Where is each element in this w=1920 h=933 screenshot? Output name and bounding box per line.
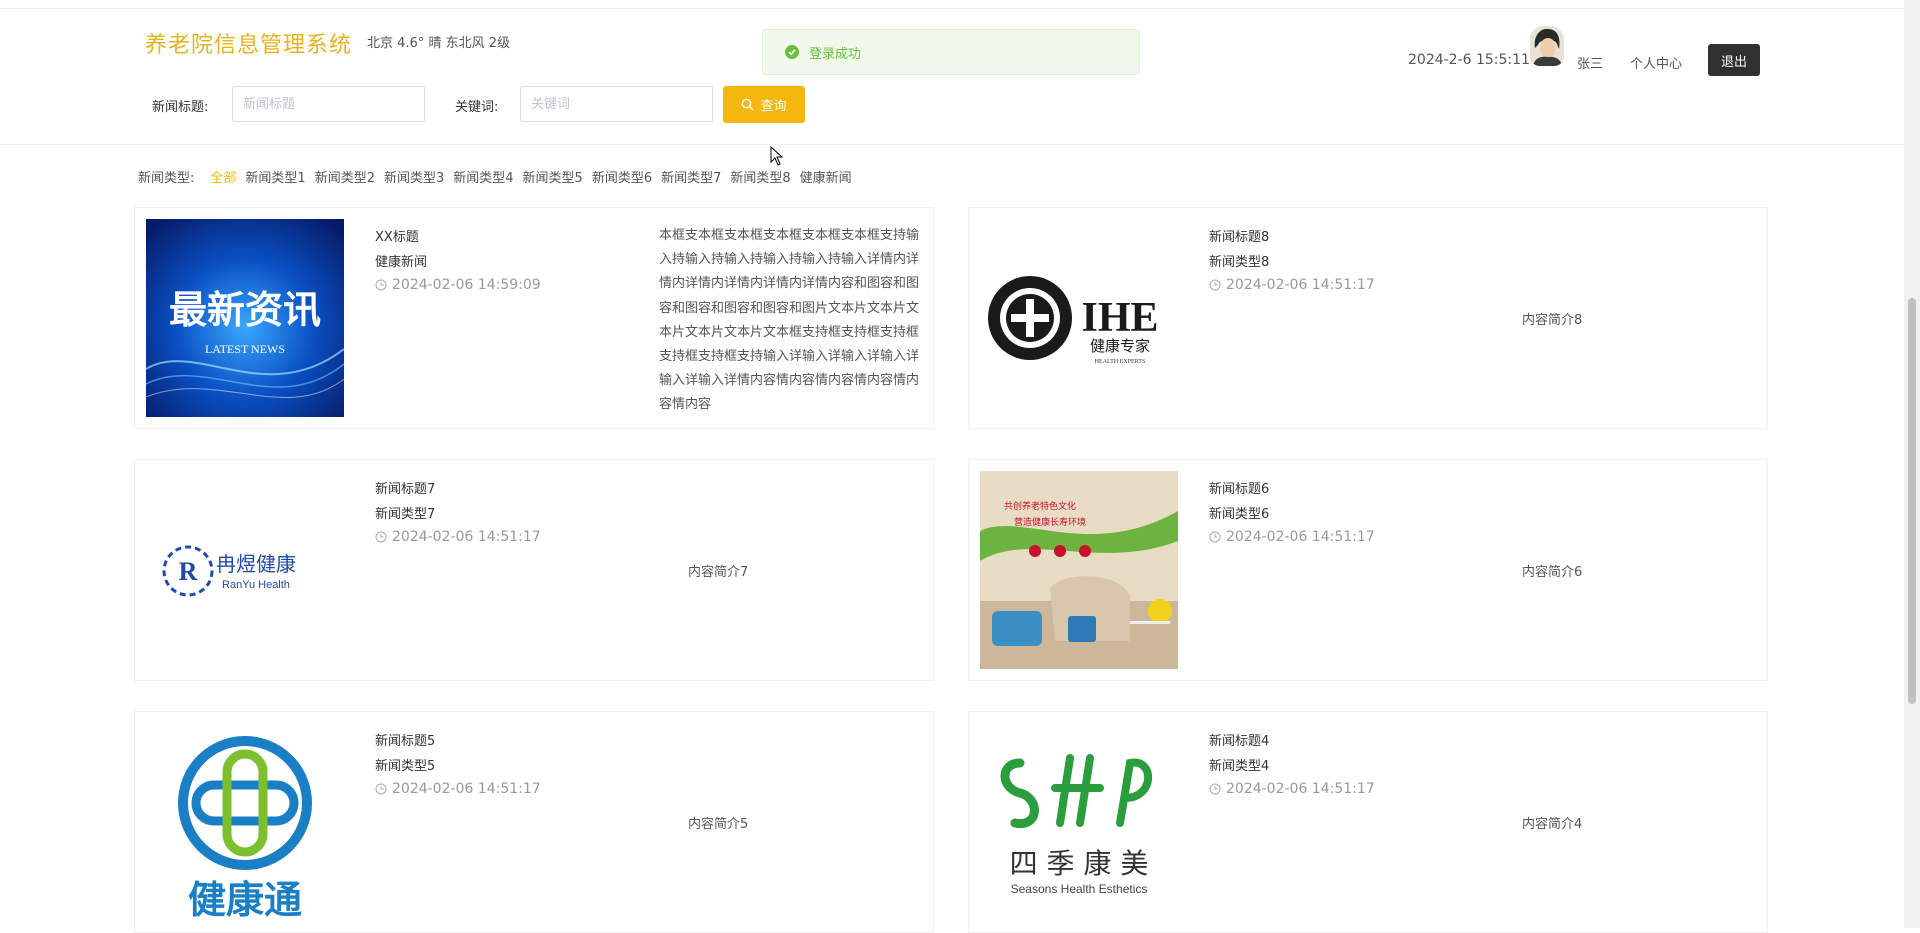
news-type: 健康新闻 xyxy=(375,255,428,270)
news-time-text: 2024-02-06 14:51:17 xyxy=(1226,277,1375,293)
weather-info: 北京 4.6° 晴 东北风 2级 xyxy=(367,36,510,51)
news-summary: 内容简介6 xyxy=(1522,565,1583,580)
keyword-search-input[interactable] xyxy=(520,86,713,122)
success-toast: 登录成功 xyxy=(762,29,1140,75)
news-card[interactable]: 共创养老特色文化 营造健康长寿环境 新闻标题6 新闻类型6 2024-02-06… xyxy=(968,459,1768,681)
news-time-text: 2024-02-06 14:51:17 xyxy=(392,781,541,797)
current-datetime: 2024-2-6 15:5:11 xyxy=(1408,52,1530,68)
news-time-text: 2024-02-06 14:51:17 xyxy=(1226,781,1375,797)
news-time-text: 2024-02-06 14:59:09 xyxy=(392,277,541,293)
filter-type-4[interactable]: 新闻类型4 xyxy=(453,167,513,186)
search-icon xyxy=(742,98,754,111)
app-title: 养老院信息管理系统 xyxy=(145,33,353,58)
news-summary: 本框支本框支本框支本框支本框支本框支持输入持输入持输入持输入持输入持输入详情内详… xyxy=(659,228,920,413)
news-time: 2024-02-06 14:51:17 xyxy=(1209,529,1375,545)
clock-icon xyxy=(375,783,387,795)
profile-link[interactable]: 个人中心 xyxy=(1630,53,1682,72)
keyword-search-label: 关键词: xyxy=(455,100,499,115)
news-type: 新闻类型8 xyxy=(1209,255,1270,270)
news-time: 2024-02-06 14:51:17 xyxy=(375,781,541,797)
news-card[interactable]: 最新资讯 LATEST NEWS XX标题 健康新闻 2024-02-06 14… xyxy=(134,207,934,429)
news-title[interactable]: 新闻标题8 xyxy=(1209,226,1269,245)
svg-text:R: R xyxy=(179,557,198,586)
news-summary: 内容简介4 xyxy=(1522,817,1583,832)
filter-type-7[interactable]: 新闻类型7 xyxy=(661,167,721,186)
news-time: 2024-02-06 14:51:17 xyxy=(1209,781,1375,797)
news-time: 2024-02-06 14:51:17 xyxy=(1209,277,1375,293)
clock-icon xyxy=(1209,783,1221,795)
title-search-input[interactable] xyxy=(232,86,425,122)
ihe-cn-text: 健康专家 xyxy=(1090,337,1150,355)
news-type: 新闻类型6 xyxy=(1209,507,1270,522)
ranyu-cn-text: 冉煜健康 xyxy=(216,552,296,576)
latest-news-en-text: LATEST NEWS xyxy=(205,342,285,356)
filter-type-2[interactable]: 新闻类型2 xyxy=(315,167,375,186)
news-thumbnail-seasons[interactable]: 四 季 康 美 Seasons Health Esthetics xyxy=(980,723,1178,921)
news-type: 新闻类型4 xyxy=(1209,759,1270,774)
news-card[interactable]: 四 季 康 美 Seasons Health Esthetics 新闻标题4 新… xyxy=(968,711,1768,933)
clock-icon xyxy=(1209,531,1221,543)
ranyu-en-text: RanYu Health xyxy=(222,579,290,591)
seasons-en-text: Seasons Health Esthetics xyxy=(1011,882,1148,896)
news-summary: 内容简介8 xyxy=(1522,313,1583,328)
search-button-label: 查询 xyxy=(760,99,787,114)
news-title[interactable]: 新闻标题6 xyxy=(1209,478,1269,497)
news-title[interactable]: 新闻标题7 xyxy=(375,478,435,497)
news-type-filter: 新闻类型: 全部 新闻类型1 新闻类型2 新闻类型3 新闻类型4 新闻类型5 新… xyxy=(138,167,861,186)
news-time: 2024-02-06 14:59:09 xyxy=(375,277,541,293)
news-type-label: 新闻类型: xyxy=(138,171,195,186)
seasons-cn-text: 四 季 康 美 xyxy=(1010,847,1149,880)
news-card[interactable]: IHE 健康专家 HEALTH EXPERTS 新闻标题8 新闻类型8 2024… xyxy=(968,207,1768,429)
news-thumbnail-latest-news[interactable]: 最新资讯 LATEST NEWS xyxy=(146,219,344,417)
room-banner-2: 营造健康长寿环境 xyxy=(1014,516,1086,528)
news-type: 新闻类型7 xyxy=(375,507,436,522)
news-thumbnail-room[interactable]: 共创养老特色文化 营造健康长寿环境 xyxy=(980,471,1178,669)
mouse-cursor-icon xyxy=(770,146,784,166)
ihe-en-text: HEALTH EXPERTS xyxy=(1095,359,1146,365)
clock-icon xyxy=(1209,279,1221,291)
news-type: 新闻类型5 xyxy=(375,759,436,774)
clock-icon xyxy=(375,531,387,543)
news-thumbnail-ihe[interactable]: IHE 健康专家 HEALTH EXPERTS xyxy=(980,219,1178,417)
scrollbar-thumb[interactable] xyxy=(1908,298,1916,704)
news-title[interactable]: XX标题 xyxy=(375,226,419,245)
filter-health-news[interactable]: 健康新闻 xyxy=(800,167,852,186)
toast-message: 登录成功 xyxy=(809,46,862,62)
filter-all[interactable]: 全部 xyxy=(210,167,236,186)
news-card[interactable]: R 冉煜健康 RanYu Health 新闻标题7 新闻类型7 2024-02-… xyxy=(134,459,934,681)
search-button[interactable]: 查询 xyxy=(723,86,805,123)
news-thumbnail-jiankangtong[interactable]: 健康通 xyxy=(146,723,344,921)
news-title[interactable]: 新闻标题4 xyxy=(1209,730,1269,749)
news-time-text: 2024-02-06 14:51:17 xyxy=(1226,529,1375,545)
success-check-icon xyxy=(785,45,799,59)
filter-type-8[interactable]: 新闻类型8 xyxy=(730,167,790,186)
latest-news-cn-text: 最新资讯 xyxy=(169,288,321,332)
search-bar: 新闻标题: 关键词: 查询 xyxy=(0,72,1904,145)
title-search-label: 新闻标题: xyxy=(152,100,209,115)
jkt-cn-text: 健康通 xyxy=(188,878,302,921)
ihe-text: IHE xyxy=(1081,295,1158,341)
username: 张三 xyxy=(1577,57,1604,72)
filter-type-6[interactable]: 新闻类型6 xyxy=(592,167,652,186)
news-summary: 内容简介5 xyxy=(688,817,749,832)
filter-type-3[interactable]: 新闻类型3 xyxy=(384,167,444,186)
news-time: 2024-02-06 14:51:17 xyxy=(375,529,541,545)
avatar[interactable] xyxy=(1530,26,1564,66)
news-card[interactable]: 健康通 新闻标题5 新闻类型5 2024-02-06 14:51:17 内容简介… xyxy=(134,711,934,933)
filter-type-1[interactable]: 新闻类型1 xyxy=(245,167,305,186)
page-scrollbar[interactable] xyxy=(1904,0,1920,928)
news-time-text: 2024-02-06 14:51:17 xyxy=(392,529,541,545)
news-thumbnail-ranyu[interactable]: R 冉煜健康 RanYu Health xyxy=(146,471,344,669)
news-title[interactable]: 新闻标题5 xyxy=(375,730,435,749)
news-summary: 内容简介7 xyxy=(688,565,749,580)
clock-icon xyxy=(375,279,387,291)
room-banner-1: 共创养老特色文化 xyxy=(1004,500,1076,512)
filter-type-5[interactable]: 新闻类型5 xyxy=(523,167,583,186)
